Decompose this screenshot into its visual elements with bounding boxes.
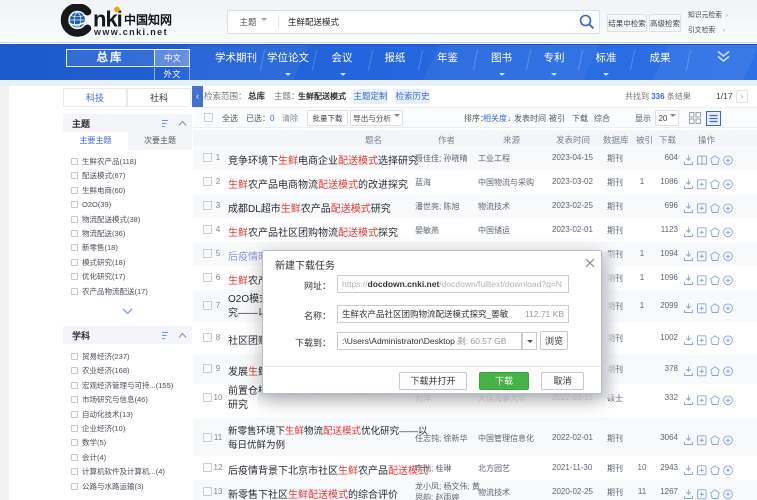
svg-text:中国知网: 中国知网 (124, 12, 172, 27)
svg-text:www.cnki.net: www.cnki.net (93, 27, 168, 37)
